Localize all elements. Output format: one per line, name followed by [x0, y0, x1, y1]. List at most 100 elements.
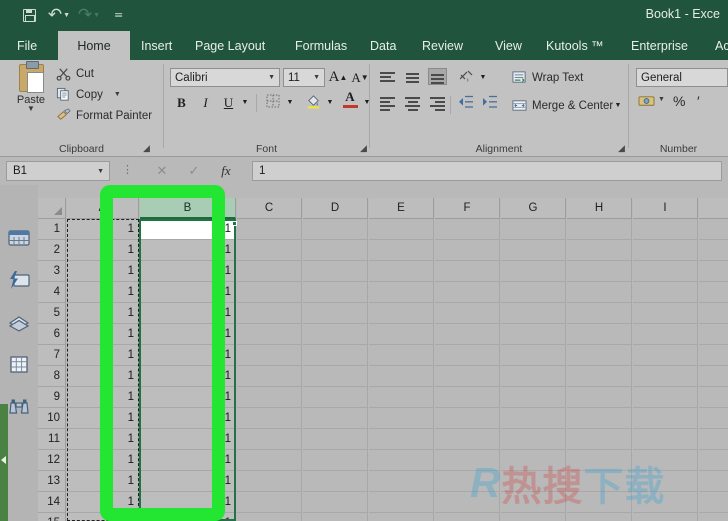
- kutools-find-binoculars-icon[interactable]: [7, 396, 31, 418]
- cell-B1[interactable]: 1: [140, 219, 236, 240]
- cell-J15[interactable]: [699, 513, 728, 521]
- increase-indent-button[interactable]: [480, 94, 500, 113]
- font-color-button[interactable]: A: [340, 89, 360, 104]
- cell-I14[interactable]: [633, 492, 698, 513]
- sidebar-collapse-tab[interactable]: [0, 404, 8, 521]
- cell-I10[interactable]: [633, 408, 698, 429]
- underline-dropdown-icon[interactable]: ▼: [239, 93, 251, 112]
- cell-B11[interactable]: 1: [140, 429, 236, 450]
- fill-handle[interactable]: [232, 221, 237, 226]
- customize-quick-access-button[interactable]: ≡: [110, 6, 128, 24]
- cell-C15[interactable]: [237, 513, 302, 521]
- copy-button[interactable]: Copy ▼: [56, 87, 121, 102]
- column-header-g[interactable]: G: [501, 198, 566, 219]
- cell-F10[interactable]: [435, 408, 500, 429]
- bottom-align-button[interactable]: [428, 68, 447, 85]
- cell-J2[interactable]: [699, 240, 728, 261]
- tab-view[interactable]: View: [486, 31, 531, 60]
- cell-J6[interactable]: [699, 324, 728, 345]
- undo-dropdown-icon[interactable]: ▼: [63, 12, 70, 19]
- cell-B14[interactable]: 1: [140, 492, 236, 513]
- align-center-button[interactable]: [403, 95, 422, 112]
- cell-F7[interactable]: [435, 345, 500, 366]
- column-header-h[interactable]: H: [567, 198, 632, 219]
- cell-C8[interactable]: [237, 366, 302, 387]
- cell-E9[interactable]: [369, 387, 434, 408]
- cell-J5[interactable]: [699, 303, 728, 324]
- cell-I1[interactable]: [633, 219, 698, 240]
- cell-G10[interactable]: [501, 408, 566, 429]
- borders-dropdown-icon[interactable]: ▼: [284, 93, 296, 112]
- insert-function-button[interactable]: fx: [214, 161, 238, 181]
- cell-B2[interactable]: 1: [140, 240, 236, 261]
- cell-E10[interactable]: [369, 408, 434, 429]
- cell-H1[interactable]: [567, 219, 632, 240]
- row-header-9[interactable]: 9: [38, 387, 66, 408]
- paste-button[interactable]: Paste ▼: [8, 61, 54, 113]
- cell-G14[interactable]: [501, 492, 566, 513]
- cell-F9[interactable]: [435, 387, 500, 408]
- cell-E15[interactable]: [369, 513, 434, 521]
- cell-G15[interactable]: [501, 513, 566, 521]
- underline-button[interactable]: U: [219, 93, 238, 112]
- cell-B5[interactable]: 1: [140, 303, 236, 324]
- row-header-14[interactable]: 14: [38, 492, 66, 513]
- accounting-format-button[interactable]: [638, 94, 655, 112]
- cell-J7[interactable]: [699, 345, 728, 366]
- cell-G8[interactable]: [501, 366, 566, 387]
- tab-formulas[interactable]: Formulas: [286, 31, 356, 60]
- cell-A8[interactable]: 1: [67, 366, 139, 387]
- cell-C13[interactable]: [237, 471, 302, 492]
- cancel-formula-button[interactable]: ✕: [150, 161, 174, 181]
- formula-input[interactable]: 1: [252, 161, 722, 181]
- middle-align-button[interactable]: [404, 69, 423, 86]
- column-header-i[interactable]: I: [633, 198, 698, 219]
- cell-J14[interactable]: [699, 492, 728, 513]
- cell-C1[interactable]: [237, 219, 302, 240]
- cell-H13[interactable]: [567, 471, 632, 492]
- align-left-button[interactable]: [378, 95, 397, 112]
- tab-kutools[interactable]: Kutools ™: [537, 31, 613, 60]
- cell-C3[interactable]: [237, 261, 302, 282]
- cell-B9[interactable]: 1: [140, 387, 236, 408]
- save-button[interactable]: [20, 6, 38, 24]
- tab-data[interactable]: Data: [361, 31, 405, 60]
- cell-E11[interactable]: [369, 429, 434, 450]
- cell-A7[interactable]: 1: [67, 345, 139, 366]
- cell-H12[interactable]: [567, 450, 632, 471]
- cell-J4[interactable]: [699, 282, 728, 303]
- cell-J1[interactable]: [699, 219, 728, 240]
- chevron-down-icon[interactable]: ▼: [97, 168, 109, 175]
- comma-style-button[interactable]: ′: [697, 93, 700, 109]
- cell-D5[interactable]: [303, 303, 368, 324]
- cell-A5[interactable]: 1: [67, 303, 139, 324]
- tab-file[interactable]: File: [8, 31, 46, 60]
- cell-B15[interactable]: 1: [140, 513, 236, 521]
- font-dialog-launcher[interactable]: ◢: [358, 143, 369, 154]
- cell-E2[interactable]: [369, 240, 434, 261]
- cell-H5[interactable]: [567, 303, 632, 324]
- cell-D15[interactable]: [303, 513, 368, 521]
- cell-E13[interactable]: [369, 471, 434, 492]
- cell-J13[interactable]: [699, 471, 728, 492]
- cell-B8[interactable]: 1: [140, 366, 236, 387]
- cell-B12[interactable]: 1: [140, 450, 236, 471]
- row-header-13[interactable]: 13: [38, 471, 66, 492]
- row-header-10[interactable]: 10: [38, 408, 66, 429]
- font-size-combo[interactable]: 11 ▼: [283, 68, 325, 87]
- cell-F15[interactable]: [435, 513, 500, 521]
- cell-H15[interactable]: [567, 513, 632, 521]
- redo-dropdown-icon[interactable]: ▼: [93, 12, 100, 19]
- cell-D10[interactable]: [303, 408, 368, 429]
- cell-I8[interactable]: [633, 366, 698, 387]
- cell-J8[interactable]: [699, 366, 728, 387]
- cell-C14[interactable]: [237, 492, 302, 513]
- cell-C6[interactable]: [237, 324, 302, 345]
- row-header-8[interactable]: 8: [38, 366, 66, 387]
- cell-F4[interactable]: [435, 282, 500, 303]
- alignment-dialog-launcher[interactable]: ◢: [616, 143, 627, 154]
- cell-C2[interactable]: [237, 240, 302, 261]
- cell-D9[interactable]: [303, 387, 368, 408]
- cell-F1[interactable]: [435, 219, 500, 240]
- cell-I3[interactable]: [633, 261, 698, 282]
